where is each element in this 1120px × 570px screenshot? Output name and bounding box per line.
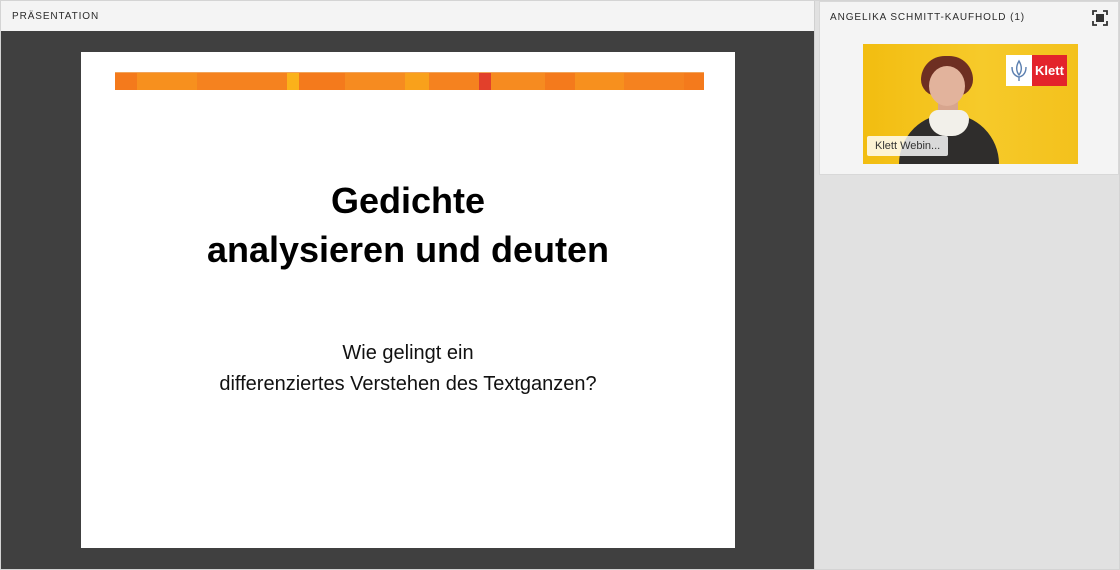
- presentation-pod: PRÄSENTATION Gedichte analysieren und de…: [1, 1, 815, 569]
- klett-emblem-icon: [1006, 55, 1032, 86]
- webcam-video[interactable]: Klett Klett Webin...: [863, 44, 1078, 164]
- slide-decor-bar: [115, 72, 704, 90]
- presentation-pod-header: PRÄSENTATION: [1, 1, 814, 31]
- slide-title-line-1: Gedichte: [330, 180, 486, 221]
- slide-title-line-2: analysieren und deuten: [206, 229, 610, 271]
- video-name-tag: Klett Webin...: [867, 136, 949, 156]
- slide-title: Gedichte analysieren und deuten: [81, 176, 735, 275]
- slide-subtitle: Wie gelingt ein differenziertes Verstehe…: [81, 338, 735, 400]
- webinar-layout: PRÄSENTATION Gedichte analysieren und de…: [0, 0, 1120, 570]
- presenter-face: [929, 66, 965, 106]
- camera-pod-title: ANGELIKA SCHMITT-KAUFHOLD (1): [830, 11, 1026, 23]
- fullscreen-icon: [1092, 10, 1108, 26]
- presentation-stage: Gedichte analysieren und deuten Wie geli…: [1, 31, 814, 569]
- klett-logo: Klett: [1006, 55, 1067, 86]
- klett-logo-text: Klett: [1032, 55, 1067, 86]
- camera-pod-header: ANGELIKA SCHMITT-KAUFHOLD (1): [820, 2, 1118, 32]
- camera-pod: ANGELIKA SCHMITT-KAUFHOLD (1) Klett Klet…: [819, 1, 1119, 175]
- slide-subtitle-line-1: Wie gelingt ein: [342, 342, 474, 364]
- presenter-scarf: [929, 110, 969, 136]
- slide: Gedichte analysieren und deuten Wie geli…: [81, 52, 735, 548]
- presentation-pod-title: PRÄSENTATION: [12, 10, 100, 22]
- fullscreen-button[interactable]: [1092, 10, 1108, 26]
- slide-subtitle-line-2: differenziertes Verstehen des Textganzen…: [219, 373, 597, 395]
